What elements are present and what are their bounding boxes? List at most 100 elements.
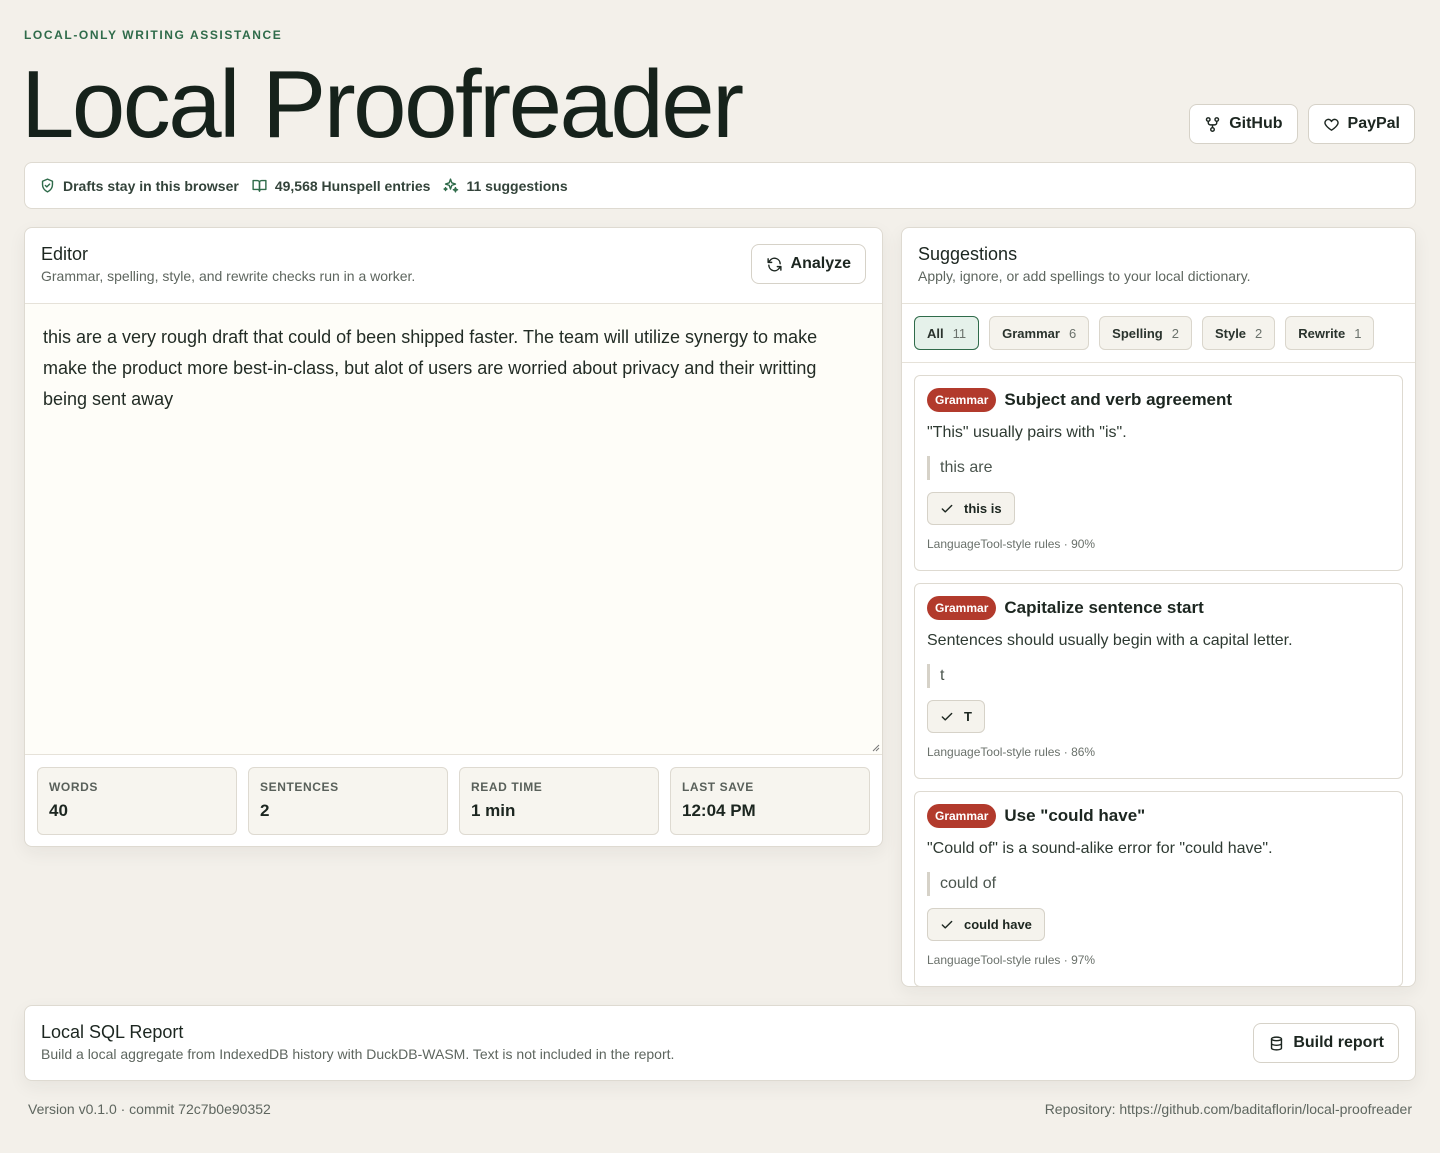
filter-label: Style — [1214, 325, 1247, 341]
fix-label: T — [964, 709, 972, 724]
card-quote: could of — [927, 872, 1390, 896]
github-label: GitHub — [1229, 115, 1283, 132]
stat-label: WORDS — [49, 780, 98, 794]
card-header: Grammar Capitalize sentence start — [927, 596, 1390, 620]
status-dictionary: 49,568 Hunspell entries — [251, 177, 431, 194]
card-meta: LanguageTool-style rules · 97% — [927, 953, 1096, 967]
card-message: Sentences should usually begin with a ca… — [927, 632, 1293, 649]
status-dictionary-text: 49,568 Hunspell entries — [274, 177, 431, 194]
filter-count: 1 — [1354, 325, 1362, 341]
card-quote: t — [927, 664, 1390, 688]
github-button[interactable]: GitHub — [1189, 104, 1298, 144]
category-badge: Grammar — [927, 804, 997, 828]
stat-read-time: READ TIME 1 min — [459, 767, 659, 835]
stat-last-save: LAST SAVE 12:04 PM — [670, 767, 870, 835]
stat-words: WORDS 40 — [37, 767, 237, 835]
filter-label: Grammar — [1002, 325, 1060, 341]
card-title: Use "could have" — [1004, 806, 1146, 825]
filter-all[interactable]: All 11 — [914, 316, 980, 350]
repository-link[interactable]: Repository: https://github.com/baditaflo… — [1045, 1101, 1412, 1117]
filter-style[interactable]: Style 2 — [1201, 316, 1276, 350]
book-open-icon — [252, 179, 267, 192]
version-info: Version v0.1.0 · commit 72c7b0e90352 — [28, 1101, 271, 1117]
heart-icon — [1323, 118, 1339, 131]
suggestion-list: Grammar Subject and verb agreement "This… — [902, 363, 1415, 986]
filter-count: 2 — [1255, 325, 1263, 341]
stat-label: READ TIME — [471, 780, 543, 794]
fix-label: this is — [964, 501, 1002, 516]
editor-subtitle: Grammar, spelling, style, and rewrite ch… — [41, 268, 416, 284]
stat-value: 1 min — [471, 801, 516, 820]
card-message: "Could of" is a sound-alike error for "c… — [927, 840, 1273, 857]
status-bar: Drafts stay in this browser 49,568 Hunsp… — [24, 162, 1416, 209]
resize-handle-icon[interactable] — [872, 744, 880, 752]
card-title: Subject and verb agreement — [1004, 390, 1233, 409]
analyze-label: Analyze — [790, 255, 851, 272]
shield-check-icon — [41, 178, 54, 193]
status-privacy-text: Drafts stay in this browser — [63, 177, 239, 194]
stat-label: LAST SAVE — [682, 780, 754, 794]
filter-count: 2 — [1171, 325, 1179, 341]
apply-fix-button[interactable]: could have — [927, 908, 1045, 941]
status-suggestions-text: 11 suggestions — [466, 177, 568, 194]
paypal-button[interactable]: PayPal — [1307, 104, 1415, 144]
report-panel: Local SQL Report Build a local aggregate… — [24, 1005, 1416, 1081]
report-subtitle: Build a local aggregate from IndexedDB h… — [41, 1046, 675, 1062]
status-privacy: Drafts stay in this browser — [39, 177, 239, 194]
suggestions-panel: Suggestions Apply, ignore, or add spelli… — [901, 227, 1416, 987]
database-icon — [1271, 1035, 1283, 1051]
stat-value: 12:04 PM — [682, 801, 756, 820]
sparkles-icon — [443, 178, 459, 193]
suggestions-title: Suggestions — [918, 244, 1018, 264]
github-fork-icon — [1205, 116, 1220, 132]
suggestion-card[interactable]: Grammar Capitalize sentence start Senten… — [914, 583, 1403, 779]
eyebrow: LOCAL-ONLY WRITING ASSISTANCE — [24, 28, 283, 42]
card-meta: LanguageTool-style rules · 86% — [927, 745, 1096, 759]
filter-label: All — [927, 325, 944, 341]
editor-textarea[interactable]: this are a very rough draft that could o… — [25, 304, 882, 754]
check-icon — [941, 712, 953, 721]
editor-stats: WORDS 40 SENTENCES 2 READ TIME 1 min LAS… — [25, 754, 882, 846]
stat-value: 40 — [49, 801, 68, 820]
filter-count: 11 — [952, 325, 967, 341]
card-title: Capitalize sentence start — [1004, 598, 1204, 617]
editor-header: Editor Grammar, spelling, style, and rew… — [25, 228, 882, 304]
suggestion-card[interactable]: Grammar Use "could have" "Could of" is a… — [914, 791, 1403, 986]
filter-tabs: All 11 Grammar 6 Spelling 2 Style 2 Rewr… — [902, 304, 1415, 363]
build-report-label: Build report — [1293, 1034, 1384, 1051]
editor-panel: Editor Grammar, spelling, style, and rew… — [24, 227, 883, 847]
analyze-button[interactable]: Analyze — [750, 244, 866, 284]
suggestion-card[interactable]: Grammar Subject and verb agreement "This… — [914, 375, 1403, 571]
stat-label: SENTENCES — [260, 780, 339, 794]
card-header: Grammar Use "could have" — [927, 804, 1390, 828]
apply-fix-button[interactable]: T — [927, 700, 985, 733]
report-title: Local SQL Report — [41, 1022, 184, 1042]
suggestions-header: Suggestions Apply, ignore, or add spelli… — [902, 228, 1415, 304]
build-report-button[interactable]: Build report — [1253, 1023, 1399, 1063]
card-meta: LanguageTool-style rules · 90% — [927, 537, 1096, 551]
paypal-label: PayPal — [1347, 115, 1400, 132]
page-title: Local Proofreader — [21, 51, 744, 158]
filter-label: Spelling — [1112, 325, 1163, 341]
editor-text: this are a very rough draft that could o… — [43, 327, 818, 409]
status-suggestions: 11 suggestions — [442, 177, 568, 194]
check-icon — [941, 504, 953, 513]
card-header: Grammar Subject and verb agreement — [927, 388, 1390, 412]
category-badge: Grammar — [927, 596, 997, 620]
filter-spelling[interactable]: Spelling 2 — [1099, 316, 1192, 350]
filter-label: Rewrite — [1298, 325, 1346, 341]
refresh-icon — [766, 257, 782, 271]
filter-rewrite[interactable]: Rewrite 1 — [1285, 316, 1375, 350]
filter-count: 6 — [1068, 325, 1077, 341]
stat-sentences: SENTENCES 2 — [248, 767, 448, 835]
card-quote: this are — [927, 456, 1390, 480]
stat-value: 2 — [260, 801, 270, 820]
suggestions-subtitle: Apply, ignore, or add spellings to your … — [918, 268, 1251, 284]
filter-grammar[interactable]: Grammar 6 — [989, 316, 1090, 350]
category-badge: Grammar — [927, 388, 997, 412]
apply-fix-button[interactable]: this is — [927, 492, 1015, 525]
editor-title: Editor — [41, 244, 89, 264]
check-icon — [941, 920, 953, 929]
card-message: "This" usually pairs with "is". — [927, 424, 1127, 441]
fix-label: could have — [964, 917, 1032, 932]
